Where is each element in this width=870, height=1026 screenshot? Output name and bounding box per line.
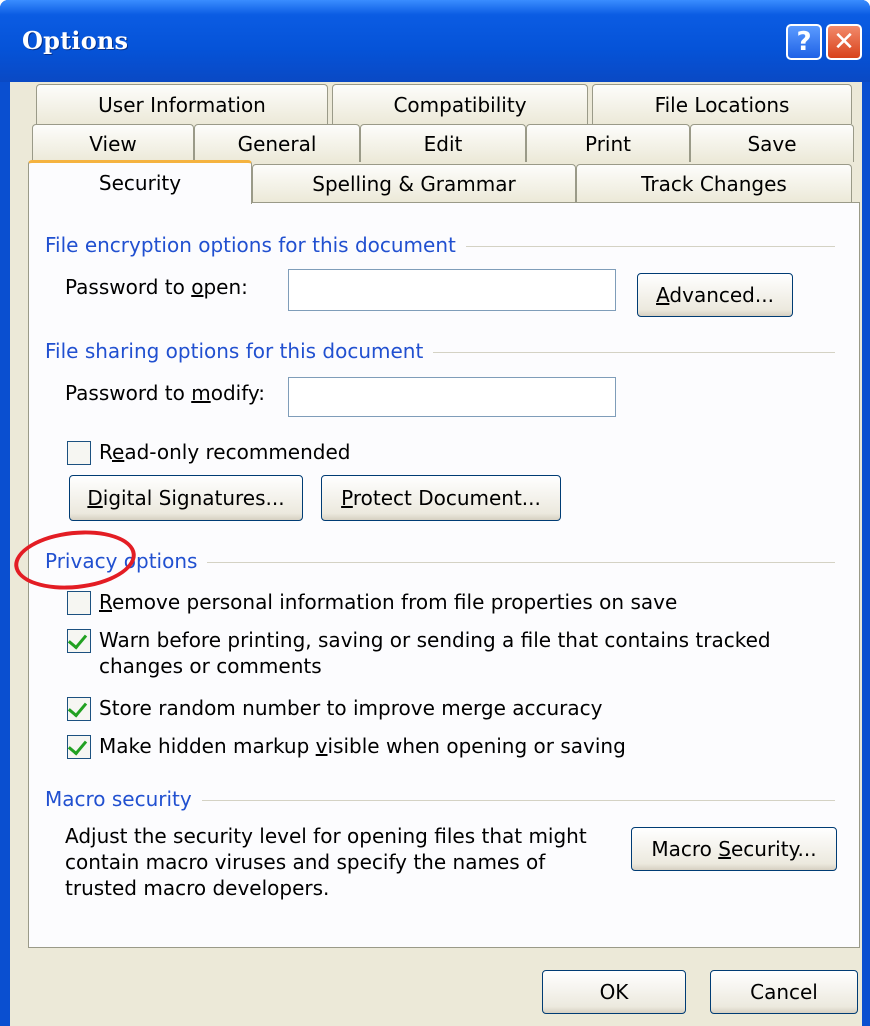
tab-print[interactable]: Print [526, 124, 690, 162]
digital-signatures-button[interactable]: Digital Signatures... [69, 475, 303, 521]
warn-before-printing-label: Warn before printing, saving or sending … [99, 628, 771, 678]
make-hidden-markup-label: Make hidden markup visible when opening … [99, 734, 626, 758]
checkmark-icon [67, 629, 88, 650]
cancel-button[interactable]: Cancel [710, 970, 858, 1014]
macro-security-button[interactable]: Macro Security... [631, 827, 837, 871]
read-only-label: Read-only recommended [99, 440, 351, 464]
tab-compatibility[interactable]: Compatibility [332, 84, 588, 124]
warn-before-printing-checkbox[interactable] [67, 629, 91, 653]
remove-personal-info-checkbox[interactable] [67, 591, 91, 615]
sharing-group-title: File sharing options for this document [45, 339, 434, 363]
password-to-open-field[interactable] [288, 269, 616, 311]
tab-file-locations[interactable]: File Locations [592, 84, 852, 124]
title-bar[interactable]: Options ? ✕ [0, 0, 870, 82]
password-to-modify-field[interactable] [288, 377, 616, 417]
password-to-open-label: Password to open: [65, 275, 248, 299]
tab-edit[interactable]: Edit [360, 124, 526, 162]
question-mark-icon: ? [796, 27, 812, 57]
dialog-title: Options [22, 26, 129, 55]
advanced-button[interactable]: Advanced... [637, 273, 793, 317]
tab-general[interactable]: General [194, 124, 360, 162]
help-button[interactable]: ? [786, 24, 822, 60]
make-hidden-markup-checkbox[interactable] [67, 735, 91, 759]
protect-document-button[interactable]: Protect Document... [321, 475, 561, 521]
read-only-checkbox[interactable] [67, 441, 91, 465]
dialog-client-area: User Information Compatibility File Loca… [10, 82, 862, 1026]
macro-description: Adjust the security level for opening fi… [65, 824, 587, 900]
close-button[interactable]: ✕ [826, 24, 862, 60]
encryption-group-title: File encryption options for this documen… [45, 233, 466, 257]
options-dialog: Options ? ✕ User Information Compatibili… [0, 0, 870, 1026]
store-random-number-checkbox[interactable] [67, 697, 91, 721]
checkmark-icon [67, 735, 88, 756]
remove-personal-info-label: Remove personal information from file pr… [99, 590, 678, 614]
tab-track-changes[interactable]: Track Changes [576, 164, 852, 202]
security-tab-panel: File encryption options for this documen… [28, 202, 860, 948]
store-random-number-label: Store random number to improve merge acc… [99, 696, 603, 720]
ok-button[interactable]: OK [542, 970, 686, 1014]
tab-view[interactable]: View [32, 124, 194, 162]
tab-spelling-grammar[interactable]: Spelling & Grammar [252, 164, 576, 202]
checkmark-icon [67, 697, 88, 718]
password-to-modify-label: Password to modify: [65, 381, 265, 405]
macro-group-title: Macro security [45, 787, 202, 811]
close-icon: ✕ [833, 27, 855, 57]
tab-user-information[interactable]: User Information [36, 84, 328, 124]
tab-security[interactable]: Security [28, 160, 252, 204]
tab-save[interactable]: Save [690, 124, 854, 162]
